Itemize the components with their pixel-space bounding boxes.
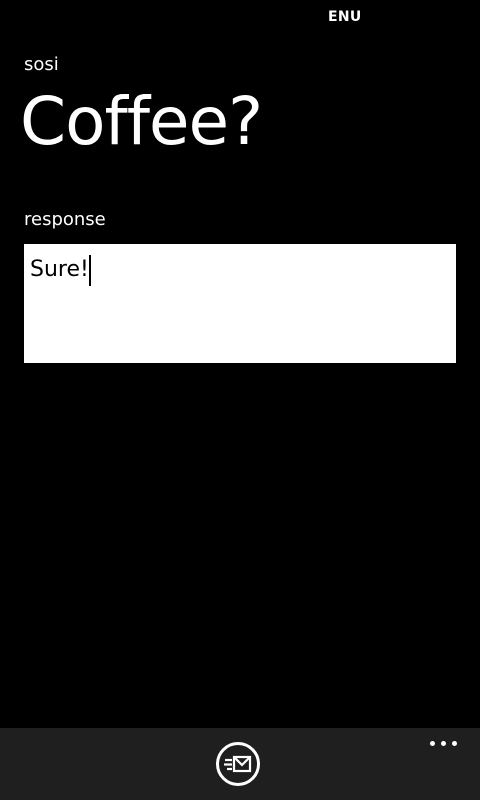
response-input[interactable]: Sure! (24, 244, 456, 363)
status-bar: ENU (0, 0, 480, 34)
response-label: response (24, 209, 106, 230)
page-title: Coffee? (20, 83, 263, 160)
send-message-icon (224, 755, 252, 773)
app-name: sosi (24, 54, 59, 75)
text-caret (88, 255, 91, 286)
more-options-button[interactable] (426, 734, 460, 754)
language-indicator: ENU (328, 9, 362, 25)
response-text: Sure! (30, 257, 89, 282)
app-bar (0, 728, 480, 800)
send-button[interactable] (216, 742, 260, 786)
